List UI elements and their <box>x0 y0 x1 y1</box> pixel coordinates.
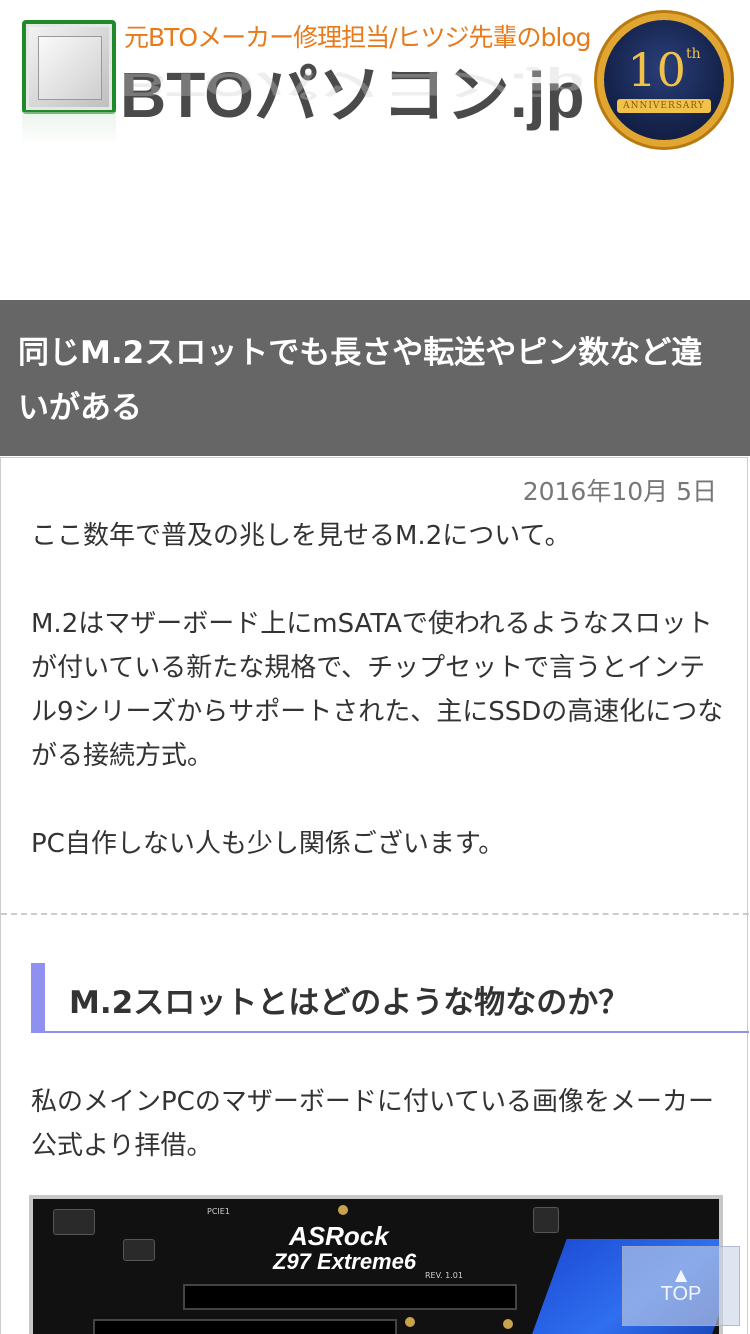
capacitor-graphic <box>405 1317 415 1327</box>
board-component <box>53 1209 95 1235</box>
back-to-top-button[interactable]: ▲ TOP <box>622 1246 740 1326</box>
board-model: Z97 Extreme6 <box>273 1249 417 1274</box>
section-paragraph-text: 私のメインPCのマザーボードに付いている画像をメーカー公式より拝借。 <box>31 1087 715 1161</box>
capacitor-graphic <box>338 1205 348 1215</box>
article-title-band: 同じM.2スロットでも長さや転送やピン数など違いがある <box>0 300 750 456</box>
page: 元BTOメーカー修理担当/ヒツジ先輩のblog BTOパソコン.jp BTOパソ… <box>0 0 750 1334</box>
back-to-top-label: TOP <box>660 1282 702 1305</box>
article-title: 同じM.2スロットでも長さや転送やピン数など違いがある <box>18 335 703 426</box>
intro-paragraph: ここ数年で普及の兆しを見せるM.2について。 <box>31 521 571 551</box>
board-component <box>533 1207 559 1233</box>
cpu-chip-icon <box>38 36 102 100</box>
pcie-label: PCIE1 <box>207 1207 230 1216</box>
board-brand-logo: ASRock <box>289 1221 389 1251</box>
site-name-reflection: BTOパソコン.jp <box>120 66 585 103</box>
pcie-slot <box>183 1284 517 1310</box>
badge-text: ANNIVERSARY <box>617 99 711 113</box>
section-divider <box>1 913 749 915</box>
section-heading: M.2スロットとはどのような物なのか？ <box>31 963 749 1033</box>
badge-number: 10th <box>627 43 701 97</box>
logo-reflection <box>22 112 116 146</box>
article-body: 2016年10月 5日 ここ数年で普及の兆しを見せるM.2について。 M.2はマ… <box>0 457 749 1334</box>
up-arrow-icon: ▲ <box>674 1264 688 1284</box>
motherboard-image[interactable]: PCIE1 ASRock Z97 Extreme6 REV. 1.01 <box>29 1195 723 1334</box>
cpu-logo-icon[interactable] <box>22 20 116 114</box>
intro-paragraph: M.2はマザーボード上にmSATAで使われるようなスロットが付いている新たな規格… <box>31 609 724 771</box>
pcie-slot <box>93 1319 397 1334</box>
intro-text: ここ数年で普及の兆しを見せるM.2について。 M.2はマザーボード上にmSATA… <box>31 514 731 866</box>
revision-label: REV. 1.01 <box>425 1271 463 1280</box>
board-component <box>123 1239 155 1261</box>
intro-paragraph: PC自作しない人も少し関係ございます。 <box>31 829 505 859</box>
capacitor-graphic <box>503 1319 513 1329</box>
anniversary-badge-icon: 10th ANNIVERSARY <box>604 20 724 140</box>
post-date: 2016年10月 5日 <box>522 477 717 506</box>
section-paragraph: 私のメインPCのマザーボードに付いている画像をメーカー公式より拝借。 <box>31 1080 731 1168</box>
site-header[interactable]: 元BTOメーカー修理担当/ヒツジ先輩のblog BTOパソコン.jp BTOパソ… <box>0 0 750 160</box>
section-heading-text: M.2スロットとはどのような物なのか？ <box>69 985 630 1021</box>
